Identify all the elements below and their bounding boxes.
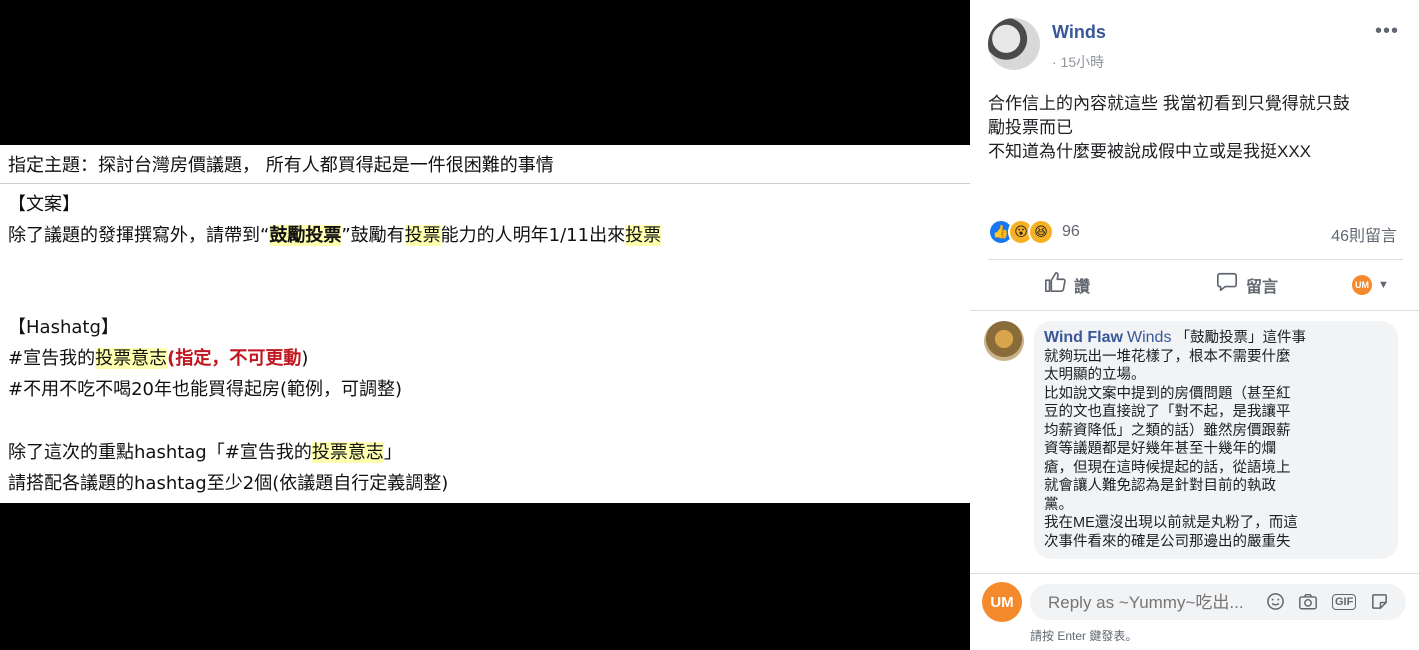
- doc-text: ): [301, 348, 309, 369]
- doc-text: 除了這次的重點hashtag「#宣告我的: [8, 442, 312, 463]
- thumbs-up-icon: [1044, 271, 1066, 299]
- doc-quote-open: “: [260, 225, 270, 246]
- comment-count[interactable]: 46則留言: [1331, 222, 1397, 246]
- commenter-avatar[interactable]: [984, 321, 1024, 361]
- comment-text: 就會讓人難免認為是針對目前的執政: [1044, 478, 1276, 494]
- doc-tag2: #不用不吃不喝20年也能買得起房(範例，可調整): [8, 379, 403, 400]
- comment-text: 太明顯的立場。: [1044, 367, 1146, 383]
- sticker-icon[interactable]: [1370, 592, 1389, 616]
- doc-highlight: 投票: [625, 225, 662, 246]
- identity-avatar: UM: [1352, 275, 1372, 295]
- more-options-icon[interactable]: •••: [1375, 20, 1399, 43]
- divider: [988, 259, 1403, 260]
- comment-text: 「鼓勵投票」這件事: [1171, 330, 1306, 346]
- smiley-icon[interactable]: [1266, 592, 1285, 616]
- doc-copy-line: 除了議題的發揮撰寫外，請帶到“鼓勵投票”鼓勵有投票能力的人明年1/11出來投票: [8, 224, 662, 248]
- like-button[interactable]: 讚: [1044, 271, 1090, 299]
- haha-reaction-icon: 😆: [1028, 219, 1054, 245]
- post-actions: 讚 留言 UM ▼: [988, 266, 1403, 304]
- doc-divider: [0, 183, 970, 184]
- doc-highlight: 投票意志: [311, 442, 384, 463]
- doc-extra1: 除了這次的重點hashtag「#宣告我的投票意志」: [8, 441, 402, 465]
- current-user-avatar[interactable]: UM: [982, 582, 1022, 622]
- comment-text: 就夠玩出一堆花樣了，根本不需要什麼: [1044, 348, 1291, 365]
- identity-selector[interactable]: UM ▼: [1352, 275, 1389, 295]
- speech-bubble-icon: [1216, 271, 1238, 299]
- doc-highlight: 鼓勵投票: [269, 225, 342, 246]
- author-name[interactable]: Winds: [1052, 22, 1106, 43]
- post-timestamp[interactable]: · 15小時: [1052, 52, 1104, 72]
- doc-text: 能力的人明年1/11出來: [440, 225, 626, 246]
- comments-list[interactable]: Wind Flaw Winds 「鼓勵投票」這件事 就夠玩出一堆花樣了，根本不需…: [970, 311, 1419, 573]
- reactions-summary[interactable]: 👍 😮 😆 96: [988, 219, 1080, 245]
- post-image[interactable]: 指定主題：探討台灣房價議題， 所有人都買得起是一件很困難的事情 【文案】 除了議…: [0, 145, 970, 503]
- comment-label: 留言: [1246, 279, 1279, 296]
- doc-quote-close: ”: [341, 225, 351, 246]
- comment-text: 黨。: [1044, 496, 1073, 513]
- comment-text: 我在ME還沒出現以前就是丸粉了，而這: [1044, 515, 1298, 531]
- comment-author[interactable]: Wind Flaw: [1044, 329, 1123, 346]
- comment-text: 比如說文案中提到的房價問題（甚至紅: [1044, 385, 1291, 402]
- post-body-line: 不知道為什麼要被說成假中立或是我挺XXX: [988, 142, 1312, 161]
- reply-box[interactable]: GIF: [1030, 584, 1406, 620]
- comment-text: 均薪資降低」之類的話）雖然房價跟薪: [1044, 422, 1291, 439]
- post-side-panel: Winds · 15小時 ••• 合作信上的內容就這些 我當初看到只覺得就只鼓 …: [970, 0, 1419, 650]
- comment-button[interactable]: 留言: [1216, 271, 1278, 299]
- post-body: 合作信上的內容就這些 我當初看到只覺得就只鼓 勵投票而已 不知道為什麼要被說成假…: [988, 92, 1408, 164]
- doc-hashtag-heading: 【Hashatg】: [8, 317, 119, 338]
- reply-composer: UM GIF 請按 Enter 鍵發表。: [970, 573, 1419, 650]
- photo-viewer: 指定主題：探討台灣房價議題， 所有人都買得起是一件很困難的事情 【文案】 除了議…: [0, 0, 970, 649]
- camera-icon[interactable]: [1298, 592, 1318, 616]
- doc-text: 鼓勵有: [350, 225, 405, 246]
- doc-topic-line: 指定主題：探討台灣房價議題， 所有人都買得起是一件很困難的事情: [8, 155, 554, 176]
- comment-text: 瘡，但現在這時候提起的話，從語境上: [1044, 459, 1291, 476]
- comment-text: 豆的文也直接說了「對不起，是我讓平: [1044, 404, 1291, 420]
- reply-input[interactable]: [1046, 592, 1250, 614]
- gif-icon[interactable]: GIF: [1332, 594, 1357, 610]
- comment-first-line: Wind Flaw Winds 「鼓勵投票」這件事: [1044, 329, 1386, 348]
- reaction-count: 96: [1062, 223, 1080, 240]
- comment-mention[interactable]: Winds: [1127, 329, 1171, 346]
- like-label: 讚: [1074, 279, 1091, 296]
- doc-text: 除了議題的發揮撰寫外，請帶到: [8, 225, 260, 246]
- post-body-line: 勵投票而已: [988, 118, 1073, 137]
- doc-tag1: #宣告我的投票意志(指定，不可更動): [8, 347, 308, 371]
- chevron-down-icon: ▼: [1378, 279, 1389, 291]
- doc-extra2: 請搭配各議題的hashtag至少2個(依議題自行定義調整): [8, 473, 449, 494]
- enter-hint: 請按 Enter 鍵發表。: [1030, 629, 1138, 643]
- comment-text: 次事件看來的確是公司那邊出的嚴重失: [1044, 533, 1291, 550]
- comment-text: 資等議題都是好幾年甚至十幾年的爛: [1044, 441, 1276, 457]
- doc-copy-heading: 【文案】: [8, 194, 80, 215]
- comment-bubble: Wind Flaw Winds 「鼓勵投票」這件事 就夠玩出一堆花樣了，根本不需…: [1034, 321, 1398, 559]
- doc-highlight: 投票: [404, 225, 441, 246]
- post-body-line: 合作信上的內容就這些 我當初看到只覺得就只鼓: [988, 94, 1350, 113]
- doc-mandatory-text: (指定，不可更動: [167, 348, 302, 369]
- doc-text: #宣告我的: [8, 348, 96, 369]
- doc-highlight: 投票意志: [95, 348, 168, 369]
- doc-text: 」: [383, 442, 402, 463]
- author-avatar[interactable]: [988, 18, 1040, 70]
